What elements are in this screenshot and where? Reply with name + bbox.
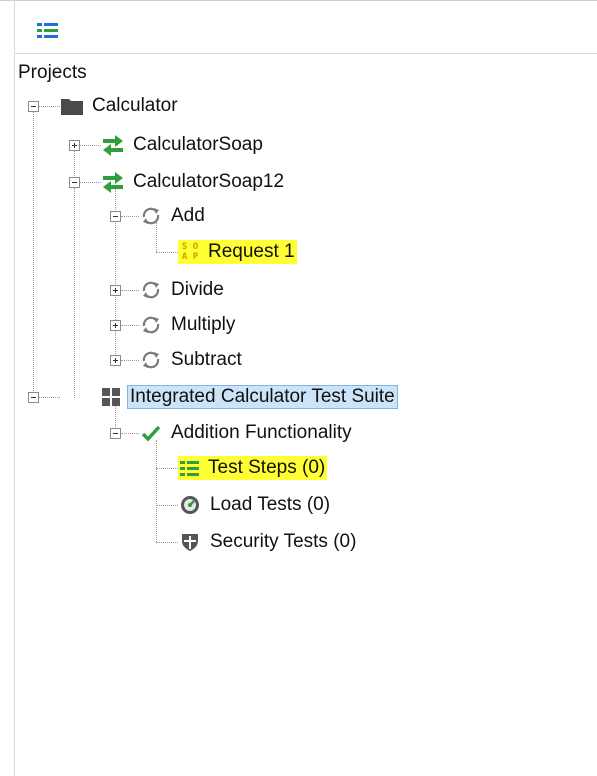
checkmark-icon — [139, 421, 163, 445]
projects-root-label: Projects — [18, 62, 87, 83]
tree-node-calculator[interactable]: Calculator — [60, 91, 180, 121]
tree-node-label: Addition Functionality — [171, 422, 352, 443]
test-suite-icon — [99, 385, 123, 409]
tree-node-label: Add — [171, 205, 205, 226]
operation-icon — [139, 278, 163, 302]
soap-request-icon: S OA P — [178, 240, 202, 264]
tree-node-label: CalculatorSoap — [133, 134, 263, 155]
test-steps-icon — [178, 456, 202, 480]
collapse-calculatorsoap12-toggle[interactable] — [69, 177, 80, 188]
expand-calculatorsoap-toggle[interactable] — [69, 140, 80, 151]
tree-node-label: CalculatorSoap12 — [133, 171, 285, 192]
soap-interface-icon — [101, 133, 125, 157]
operation-icon — [139, 313, 163, 337]
tree-node-label: Calculator — [92, 95, 178, 116]
tree-node-label: Test Steps (0) — [202, 456, 328, 480]
tree-node-calculatorsoap[interactable]: CalculatorSoap — [101, 130, 265, 160]
expand-multiply-toggle[interactable] — [110, 320, 121, 331]
tree-node-add[interactable]: Add — [139, 201, 207, 231]
tree-node-calculatorsoap12[interactable]: CalculatorSoap12 — [101, 167, 286, 197]
collapse-test-case-toggle[interactable] — [110, 428, 121, 439]
tree-node-label: Security Tests (0) — [210, 531, 357, 552]
tree-node-multiply[interactable]: Multiply — [139, 310, 237, 340]
tree-node-test-suite[interactable]: Integrated Calculator Test Suite — [99, 382, 398, 412]
folder-icon — [60, 94, 84, 118]
frame-left-border — [14, 0, 15, 776]
tree-node-label: Subtract — [171, 349, 242, 370]
tree-node-request-1[interactable]: S OA P Request 1 — [178, 237, 297, 267]
tree-node-label: Multiply — [171, 314, 236, 335]
operation-icon — [139, 204, 163, 228]
tree-node-subtract[interactable]: Subtract — [139, 345, 244, 375]
tree-node-label: Load Tests (0) — [210, 494, 331, 515]
tree-node-divide[interactable]: Divide — [139, 275, 226, 305]
operation-icon — [139, 348, 163, 372]
collapse-add-toggle[interactable] — [110, 211, 121, 222]
tree-node-test-steps[interactable]: Test Steps (0) — [178, 453, 328, 483]
tree-node-label: Integrated Calculator Test Suite — [127, 385, 398, 409]
tree-node-load-tests[interactable]: Load Tests (0) — [178, 490, 332, 520]
tree-node-label: Request 1 — [202, 240, 297, 264]
load-test-icon — [178, 493, 202, 517]
list-icon[interactable] — [37, 21, 59, 39]
tree-node-security-tests[interactable]: Security Tests (0) — [178, 527, 358, 557]
collapse-calculator-toggle[interactable] — [28, 101, 39, 112]
tree-node-label: Divide — [171, 279, 224, 300]
collapse-test-suite-toggle[interactable] — [28, 392, 39, 403]
tree-node-addition-functionality[interactable]: Addition Functionality — [139, 418, 354, 448]
soap-interface-icon — [101, 170, 125, 194]
security-test-icon — [178, 530, 202, 554]
navigator-toolbar — [15, 1, 597, 54]
expand-subtract-toggle[interactable] — [110, 355, 121, 366]
expand-divide-toggle[interactable] — [110, 285, 121, 296]
